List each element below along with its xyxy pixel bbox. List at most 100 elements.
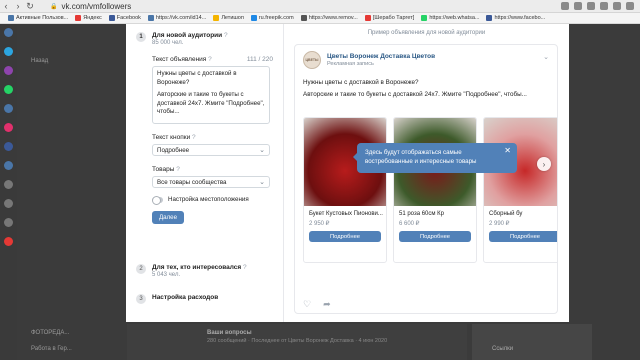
extension-icon[interactable] — [574, 2, 582, 10]
step-number: 1 — [136, 32, 146, 42]
app-icon[interactable] — [4, 142, 13, 151]
community-name[interactable]: Цветы Воронеж Доставка Цветов — [327, 53, 435, 60]
ad-text-field[interactable]: Нужны цветы с доставкой в Воронеже? Авто… — [152, 66, 270, 124]
next-button[interactable]: Далее — [152, 211, 184, 224]
goods-label: Товары ? — [152, 166, 180, 173]
bookmark[interactable]: ru.freepik.com — [250, 15, 294, 21]
product-card[interactable]: 51 роза 60см Кр 6 600 ₽ Подробнее — [393, 117, 477, 263]
bookmark-icon — [250, 15, 257, 21]
step-interested[interactable]: 2 Для тех, кто интересовался ? 5 043 чел… — [136, 264, 247, 278]
bookmarks-bar: Активные Пользов... Яндекс Facebook http… — [0, 13, 640, 24]
help-icon[interactable]: ? — [208, 56, 212, 63]
back-link[interactable]: Назад — [31, 58, 48, 64]
product-more-button[interactable]: Подробнее — [309, 231, 381, 242]
step-title: Для тех, кто интересовался ? — [152, 264, 247, 271]
app-icon[interactable] — [4, 123, 13, 132]
post-actions: ♡ ➦ — [303, 299, 331, 310]
vk-left-menu: Назад ФОТОРЕДА... Работа в Гер... — [17, 24, 127, 360]
bookmark[interactable]: Яндекс — [75, 15, 102, 21]
app-icon[interactable] — [4, 237, 13, 246]
extension-icon[interactable] — [626, 2, 634, 10]
help-icon[interactable]: ? — [176, 166, 180, 173]
app-icon[interactable] — [4, 85, 13, 94]
close-icon[interactable]: ✕ — [504, 146, 511, 156]
back-icon[interactable]: ‹ — [0, 1, 12, 11]
heart-icon[interactable]: ♡ — [303, 299, 311, 310]
extension-icon[interactable] — [613, 2, 621, 10]
step-title: Настройка расходов — [152, 294, 219, 301]
discussion-meta: 280 сообщений · Последнее от Цветы Ворон… — [207, 338, 388, 344]
app-icon[interactable] — [4, 104, 13, 113]
preview-header: Пример объявления для новой аудитории — [367, 30, 486, 36]
address-bar[interactable]: 🔒 vk.com/vmfollowers — [50, 2, 131, 11]
forward-icon[interactable]: › — [12, 1, 24, 11]
bookmark[interactable]: Facebook — [108, 15, 141, 21]
bookmark-icon — [486, 15, 493, 21]
app-icon[interactable] — [4, 28, 13, 37]
product-card[interactable]: Букет Кустовых Пионови... 2 950 ₽ Подроб… — [303, 117, 387, 263]
ad-text-line: Авторские и такие то букеты с доставкой … — [157, 91, 265, 115]
url-text: vk.com/vmfollowers — [61, 1, 132, 11]
extension-icon[interactable] — [561, 2, 569, 10]
bookmark-icon — [108, 15, 115, 21]
button-text-select[interactable]: Подробнее ⌄ — [152, 144, 270, 156]
bookmark-icon — [147, 15, 154, 21]
preview-panel: Пример объявления для новой аудитории ЦВ… — [284, 24, 569, 322]
product-price: 2 990 ₽ — [489, 221, 510, 227]
field-label: Текст объявления ? — [152, 56, 212, 63]
product-more-button[interactable]: Подробнее — [489, 231, 557, 242]
product-name: Букет Кустовых Пионови... — [309, 211, 383, 217]
app-icon[interactable] — [4, 47, 13, 56]
bookmark[interactable]: Активные Пользов... — [8, 15, 68, 21]
bookmark-icon — [75, 15, 82, 21]
help-icon[interactable]: ? — [243, 264, 247, 271]
step-title: Для новой аудитории ? — [152, 32, 228, 39]
bookmark[interactable]: [Шерабо Таргет] — [364, 15, 414, 21]
extension-icon[interactable] — [587, 2, 595, 10]
community-avatar[interactable]: ЦВЕТЫ — [303, 51, 321, 69]
ad-setup-modal: 1 Для новой аудитории ? 85 000 чел. Текс… — [126, 24, 569, 322]
discussion-block: Ваши вопросы 280 сообщений · Последнее о… — [127, 324, 467, 360]
product-more-button[interactable]: Подробнее — [399, 231, 471, 242]
bookmark-icon — [8, 15, 14, 21]
bookmark[interactable]: https://vk.com/id14... — [147, 15, 206, 21]
post-header: ЦВЕТЫ Цветы Воронеж Доставка Цветов Рекл… — [295, 45, 557, 75]
ad-post-preview: ЦВЕТЫ Цветы Воронеж Доставка Цветов Рекл… — [294, 44, 558, 314]
extension-icons — [561, 2, 634, 10]
share-icon[interactable]: ➦ — [323, 299, 331, 310]
goods-select[interactable]: Все товары сообщества ⌄ — [152, 176, 270, 188]
menu-link[interactable]: ФОТОРЕДА... — [31, 330, 69, 336]
audience-size: 5 043 чел. — [152, 272, 181, 278]
step-new-audience[interactable]: 1 Для новой аудитории ? 85 000 чел. — [136, 32, 273, 46]
location-toggle-row[interactable]: Настройка местоположения — [152, 195, 273, 205]
products-tooltip: Здесь будут отображаться самые востребов… — [353, 143, 517, 173]
bookmark-icon — [300, 15, 307, 21]
help-icon[interactable]: ? — [224, 32, 228, 39]
chevron-down-icon[interactable]: ⌄ — [543, 53, 549, 61]
app-icon[interactable] — [4, 218, 13, 227]
lock-icon: 🔒 — [50, 3, 58, 10]
bookmark[interactable]: Летишоп — [213, 15, 244, 21]
step-budget[interactable]: 3 Настройка расходов — [136, 294, 218, 304]
reload-icon[interactable]: ↻ — [24, 1, 36, 12]
location-toggle[interactable] — [152, 195, 163, 205]
audience-size: 85 000 чел. — [152, 40, 184, 46]
app-icon[interactable] — [4, 199, 13, 208]
ad-label: Рекламная запись — [327, 61, 374, 67]
help-icon[interactable]: ? — [192, 134, 196, 141]
app-icon[interactable] — [4, 66, 13, 75]
bookmark[interactable]: https://www.facebo... — [486, 15, 545, 21]
product-card[interactable]: Сборный бу 2 990 ₽ Подробнее — [483, 117, 557, 263]
app-icon[interactable] — [4, 180, 13, 189]
menu-link[interactable]: Работа в Гер... — [31, 346, 72, 352]
product-price: 6 600 ₽ — [399, 221, 420, 227]
bookmark[interactable]: https://www.remov... — [300, 15, 358, 21]
app-icon[interactable] — [4, 161, 13, 170]
step-number: 2 — [136, 264, 146, 274]
extension-icon[interactable] — [600, 2, 608, 10]
links-block: Ссылки — [472, 324, 592, 360]
chevron-down-icon: ⌄ — [259, 147, 265, 154]
links-label: Ссылки — [492, 346, 514, 352]
bookmark[interactable]: https://web.whatsa... — [421, 15, 479, 21]
chevron-right-icon[interactable]: › — [537, 157, 551, 171]
